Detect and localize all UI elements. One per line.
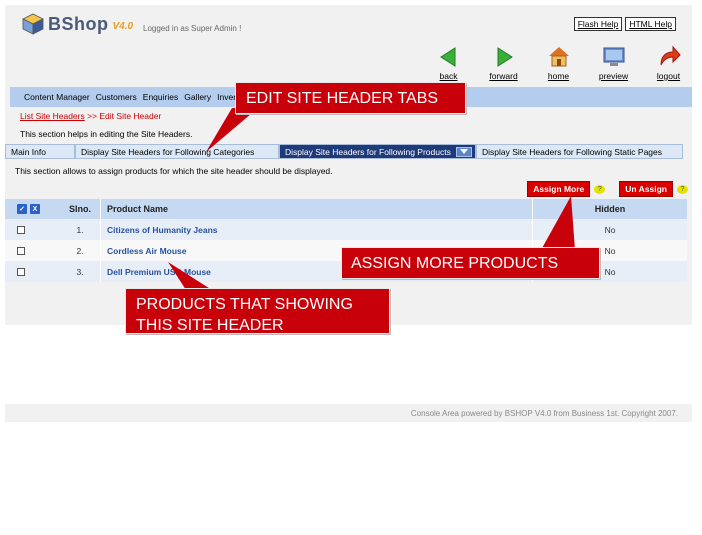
row-checkbox[interactable] bbox=[17, 267, 25, 276]
callout-products: PRODUCTS THAT SHOWING THIS SITE HEADER bbox=[125, 288, 390, 334]
row-checkbox[interactable] bbox=[17, 225, 25, 234]
breadcrumb: List Site Headers >> Edit Site Header bbox=[20, 111, 161, 121]
nav-customers[interactable]: Customers bbox=[96, 92, 137, 102]
tab-products[interactable]: Display Site Headers for Following Produ… bbox=[279, 144, 476, 159]
help-links: Flash Help HTML Help bbox=[573, 17, 676, 31]
tab-main-info[interactable]: Main Info bbox=[5, 144, 75, 159]
section-help-text: This section helps in editing the Site H… bbox=[20, 129, 193, 139]
forward-label: forward bbox=[489, 71, 518, 81]
callout-pointer-icon bbox=[541, 196, 575, 250]
arrow-left-icon bbox=[439, 47, 455, 67]
row-hidden-value: No bbox=[604, 266, 616, 277]
col-hidden-label: Hidden bbox=[594, 204, 626, 214]
product-link[interactable]: Citizens of Humanity Jeans bbox=[107, 225, 218, 235]
row-checkbox[interactable] bbox=[17, 246, 25, 255]
breadcrumb-list-site-headers[interactable]: List Site Headers bbox=[20, 111, 85, 121]
assign-more-button[interactable]: Assign More bbox=[527, 181, 591, 197]
row-slno: 3. bbox=[76, 266, 84, 277]
callout-pointer-icon bbox=[206, 108, 258, 152]
col-product-name-label: Product Name bbox=[107, 204, 169, 214]
help-icon[interactable]: ? bbox=[594, 184, 606, 194]
footer-copyright: Console Area powered by BSHOP V4.0 from … bbox=[410, 409, 678, 418]
row-name-cell: Citizens of Humanity Jeans bbox=[100, 219, 532, 240]
logout-label: logout bbox=[656, 71, 681, 81]
preview-button[interactable]: preview bbox=[586, 45, 641, 81]
back-label: back bbox=[439, 71, 458, 81]
row-check-cell bbox=[5, 267, 60, 276]
logo: BShop V4.0 bbox=[22, 13, 133, 35]
row-check-cell bbox=[5, 225, 60, 234]
nav-gallery[interactable]: Gallery bbox=[184, 92, 211, 102]
site-header-tabs: Main Info Display Site Headers for Follo… bbox=[5, 144, 683, 159]
nav-enquiries[interactable]: Enquiries bbox=[143, 92, 178, 102]
section-info-text: This section allows to assign products f… bbox=[15, 166, 333, 176]
product-actions: Assign More ? Un Assign ? bbox=[527, 181, 688, 197]
logged-in-status: Logged in as Super Admin ! bbox=[143, 24, 242, 33]
html-help-link[interactable]: HTML Help bbox=[625, 17, 676, 31]
breadcrumb-current: Edit Site Header bbox=[99, 111, 162, 121]
select-all-icon[interactable]: ✓ bbox=[17, 204, 27, 214]
logout-button[interactable]: logout bbox=[641, 45, 696, 81]
deselect-all-icon[interactable]: X bbox=[30, 204, 40, 214]
footer: Console Area powered by BSHOP V4.0 from … bbox=[5, 404, 692, 422]
monitor-icon bbox=[603, 47, 624, 66]
breadcrumb-separator: >> bbox=[84, 111, 100, 121]
logout-arrow-icon bbox=[660, 45, 681, 66]
col-product-name: Product Name bbox=[100, 199, 532, 219]
app-version: V4.0 bbox=[112, 20, 134, 32]
row-slno: 1. bbox=[76, 224, 84, 235]
un-assign-button[interactable]: Un Assign bbox=[619, 181, 673, 197]
home-button[interactable]: home bbox=[531, 45, 586, 81]
row-check-cell bbox=[5, 246, 60, 255]
toolbar: back forward home preview logout bbox=[421, 45, 696, 81]
callout-assign-more: ASSIGN MORE PRODUCTS bbox=[341, 247, 600, 279]
row-slno: 2. bbox=[76, 245, 84, 256]
tab-static-pages[interactable]: Display Site Headers for Following Stati… bbox=[476, 144, 683, 159]
row-hidden-value: No bbox=[604, 245, 616, 256]
dropdown-arrow-icon[interactable] bbox=[456, 146, 472, 157]
flash-help-link[interactable]: Flash Help bbox=[573, 17, 623, 31]
tab-label: Main Info bbox=[11, 146, 46, 157]
app-name: BShop bbox=[48, 13, 109, 34]
arrow-right-icon bbox=[497, 47, 513, 67]
cube-logo-icon bbox=[22, 13, 44, 35]
home-label: home bbox=[547, 71, 570, 81]
product-link[interactable]: Cordless Air Mouse bbox=[107, 246, 187, 256]
back-button[interactable]: back bbox=[421, 45, 476, 81]
row-hidden-value: No bbox=[604, 224, 616, 235]
forward-button[interactable]: forward bbox=[476, 45, 531, 81]
col-slno: Slno. bbox=[69, 204, 91, 214]
tab-label: Display Site Headers for Following Stati… bbox=[482, 146, 662, 157]
preview-label: preview bbox=[598, 71, 629, 81]
nav-content-manager[interactable]: Content Manager bbox=[24, 92, 90, 102]
select-controls: ✓ X bbox=[5, 204, 60, 214]
house-icon bbox=[548, 47, 569, 67]
help-icon[interactable]: ? bbox=[677, 184, 688, 194]
tab-label: Display Site Headers for Following Produ… bbox=[285, 146, 451, 157]
callout-edit-tabs: EDIT SITE HEADER TABS bbox=[235, 82, 466, 114]
